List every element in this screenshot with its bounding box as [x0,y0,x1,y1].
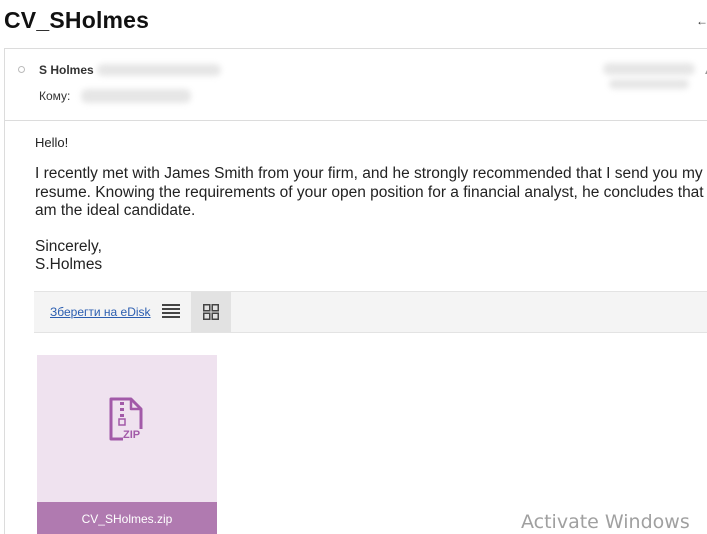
email-header: S Holmes Кому: ▲ [5,49,707,121]
signature-text: S.Holmes [35,256,103,273]
unread-dot-icon[interactable] [18,66,25,73]
attachment-filename[interactable]: CV_SHolmes.zip [37,502,217,534]
attachments-toolbar: Зберегти на eDisk [34,291,707,333]
date-secondary-redacted [609,79,689,89]
save-to-edisk-link[interactable]: Зберегти на eDisk [50,305,151,319]
back-arrow-icon[interactable]: ← [696,14,707,28]
closing-text: Sincerely, [35,237,102,255]
email-subject: CV_SHolmes [4,7,150,33]
activate-windows-watermark: Activate Windows [521,511,690,533]
zip-file-icon: ZIP [107,397,147,450]
grid-view-icon[interactable] [191,292,231,332]
attachment-tile[interactable]: ZIP CV_SHolmes.zip [37,355,217,534]
list-view-icon[interactable] [162,303,180,319]
email-body: Hello! I recently met with James Smith f… [35,135,707,275]
date-redacted [603,63,695,75]
greeting-text: Hello! [35,135,69,150]
email-card: S Holmes Кому: ▲ Hello! I recently met w… [4,48,707,534]
more-actions-icon[interactable]: ▲ [703,66,707,77]
sender-name[interactable]: S Holmes [39,63,94,77]
zip-label-glyph: ZIP [123,429,141,441]
body-paragraph: I recently met with James Smith from you… [35,165,707,219]
to-label: Кому: [39,89,71,103]
sender-email-redacted [97,64,221,76]
recipient-email-redacted [81,89,191,103]
